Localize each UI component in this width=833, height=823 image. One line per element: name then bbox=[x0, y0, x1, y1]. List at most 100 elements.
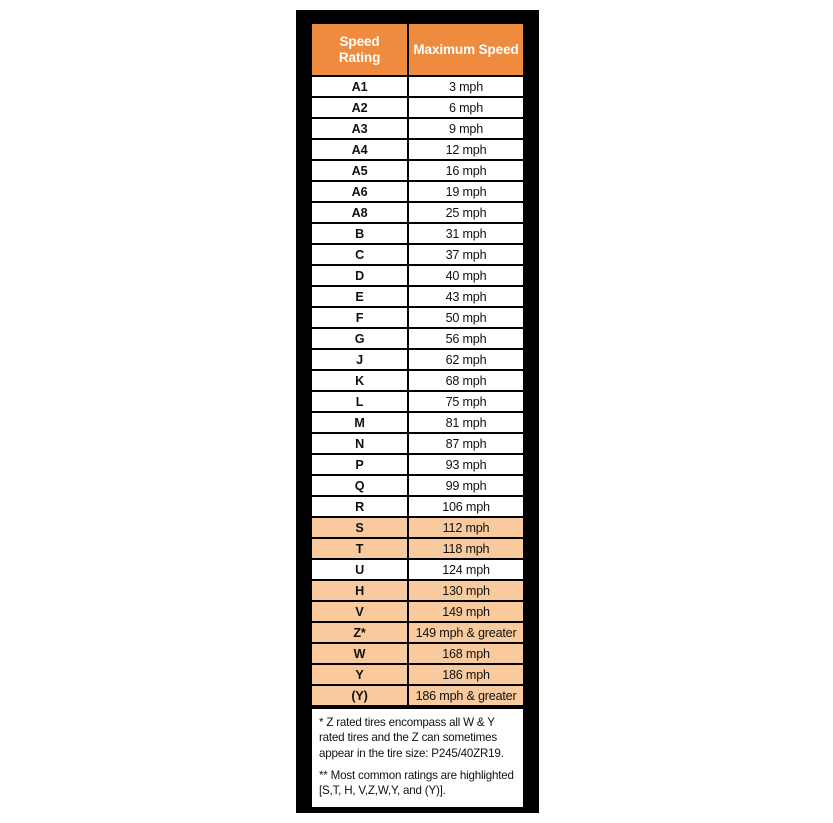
cell-maximum-speed: 12 mph bbox=[409, 140, 523, 160]
cell-maximum-speed: 118 mph bbox=[409, 539, 523, 559]
table-row: A1 3 mph bbox=[312, 77, 523, 97]
cell-speed-rating: C bbox=[312, 245, 410, 265]
table-row: C 37 mph bbox=[312, 245, 523, 265]
cell-maximum-speed: 130 mph bbox=[409, 581, 523, 601]
cell-maximum-speed: 62 mph bbox=[409, 350, 523, 370]
cell-maximum-speed: 186 mph & greater bbox=[409, 686, 523, 706]
table-row: E 43 mph bbox=[312, 287, 523, 307]
table-row: L 75 mph bbox=[312, 392, 523, 412]
cell-speed-rating: Q bbox=[312, 476, 410, 496]
table-row: (Y) 186 mph & greater bbox=[312, 686, 523, 706]
table-row: Y 186 mph bbox=[312, 665, 523, 685]
cell-maximum-speed: 68 mph bbox=[409, 371, 523, 391]
cell-speed-rating: H bbox=[312, 581, 410, 601]
cell-speed-rating: V bbox=[312, 602, 410, 622]
cell-speed-rating: B bbox=[312, 224, 410, 244]
cell-speed-rating: A3 bbox=[312, 119, 410, 139]
cell-maximum-speed: 16 mph bbox=[409, 161, 523, 181]
cell-maximum-speed: 168 mph bbox=[409, 644, 523, 664]
cell-maximum-speed: 87 mph bbox=[409, 434, 523, 454]
cell-speed-rating: A1 bbox=[312, 77, 410, 97]
cell-speed-rating: R bbox=[312, 497, 410, 517]
cell-speed-rating: K bbox=[312, 371, 410, 391]
cell-maximum-speed: 19 mph bbox=[409, 182, 523, 202]
cell-speed-rating: D bbox=[312, 266, 410, 286]
cell-speed-rating: L bbox=[312, 392, 410, 412]
header-rating-line1: Speed bbox=[339, 34, 380, 49]
table-row: B 31 mph bbox=[312, 224, 523, 244]
cell-speed-rating: Z* bbox=[312, 623, 410, 643]
table-row: G 56 mph bbox=[312, 329, 523, 349]
table-row: V 149 mph bbox=[312, 602, 523, 622]
cell-speed-rating: U bbox=[312, 560, 410, 580]
cell-maximum-speed: 37 mph bbox=[409, 245, 523, 265]
table-row: S 112 mph bbox=[312, 518, 523, 538]
table-row: Z* 149 mph & greater bbox=[312, 623, 523, 643]
table-row: W 168 mph bbox=[312, 644, 523, 664]
table-row: F 50 mph bbox=[312, 308, 523, 328]
table-row: M 81 mph bbox=[312, 413, 523, 433]
cell-speed-rating: Y bbox=[312, 665, 410, 685]
table-row: A4 12 mph bbox=[312, 140, 523, 160]
table-row: A2 6 mph bbox=[312, 98, 523, 118]
cell-maximum-speed: 56 mph bbox=[409, 329, 523, 349]
cell-speed-rating: A5 bbox=[312, 161, 410, 181]
table-row: A3 9 mph bbox=[312, 119, 523, 139]
table-row: Q 99 mph bbox=[312, 476, 523, 496]
cell-maximum-speed: 112 mph bbox=[409, 518, 523, 538]
footnotes: * Z rated tires encompass all W & Y rate… bbox=[312, 709, 523, 807]
table-row: D 40 mph bbox=[312, 266, 523, 286]
cell-maximum-speed: 3 mph bbox=[409, 77, 523, 97]
footnote-z-rating: * Z rated tires encompass all W & Y rate… bbox=[319, 716, 504, 760]
cell-maximum-speed: 40 mph bbox=[409, 266, 523, 286]
cell-speed-rating: A2 bbox=[312, 98, 410, 118]
cell-speed-rating: E bbox=[312, 287, 410, 307]
cell-speed-rating: P bbox=[312, 455, 410, 475]
cell-maximum-speed: 25 mph bbox=[409, 203, 523, 223]
table-container: Speed Rating Maximum Speed A1 3 mph A2 6 mp… bbox=[312, 22, 523, 708]
header-rating-line2: Rating bbox=[338, 49, 381, 65]
cell-maximum-speed: 31 mph bbox=[409, 224, 523, 244]
cell-speed-rating: M bbox=[312, 413, 410, 433]
cell-speed-rating: A8 bbox=[312, 203, 410, 223]
cell-speed-rating: A4 bbox=[312, 140, 410, 160]
cell-maximum-speed: 149 mph & greater bbox=[409, 623, 523, 643]
cell-maximum-speed: 99 mph bbox=[409, 476, 523, 496]
cell-speed-rating: N bbox=[312, 434, 410, 454]
cell-maximum-speed: 93 mph bbox=[409, 455, 523, 475]
table-row: K 68 mph bbox=[312, 371, 523, 391]
cell-speed-rating: J bbox=[312, 350, 410, 370]
cell-speed-rating: T bbox=[312, 539, 410, 559]
page-root: Speed Rating Maximum Speed A1 3 mph A2 6 mp… bbox=[0, 0, 833, 823]
cell-maximum-speed: 106 mph bbox=[409, 497, 523, 517]
cell-speed-rating: (Y) bbox=[312, 686, 410, 706]
speed-rating-card: Speed Rating Maximum Speed A1 3 mph A2 6 mp… bbox=[296, 10, 539, 813]
cell-speed-rating: S bbox=[312, 518, 410, 538]
cell-maximum-speed: 124 mph bbox=[409, 560, 523, 580]
table-row: A5 16 mph bbox=[312, 161, 523, 181]
cell-maximum-speed: 186 mph bbox=[409, 665, 523, 685]
cell-speed-rating: W bbox=[312, 644, 410, 664]
table-row: P 93 mph bbox=[312, 455, 523, 475]
table-row: R 106 mph bbox=[312, 497, 523, 517]
table-row: J 62 mph bbox=[312, 350, 523, 370]
column-header-speed-rating: Speed Rating bbox=[312, 24, 410, 76]
speed-rating-table: Speed Rating Maximum Speed A1 3 mph A2 6 mp… bbox=[312, 22, 523, 707]
footnote-common-ratings: ** Most common ratings are highlighted [… bbox=[319, 768, 514, 798]
table-row: A8 25 mph bbox=[312, 203, 523, 223]
cell-maximum-speed: 6 mph bbox=[409, 98, 523, 118]
table-row: H 130 mph bbox=[312, 581, 523, 601]
cell-maximum-speed: 81 mph bbox=[409, 413, 523, 433]
table-body: A1 3 mph A2 6 mph A3 9 mph A4 12 mph A5 16 mph A6 1… bbox=[312, 77, 523, 706]
table-row: U 124 mph bbox=[312, 560, 523, 580]
cell-speed-rating: G bbox=[312, 329, 410, 349]
cell-speed-rating: A6 bbox=[312, 182, 410, 202]
table-row: A6 19 mph bbox=[312, 182, 523, 202]
cell-maximum-speed: 43 mph bbox=[409, 287, 523, 307]
header-row: Speed Rating Maximum Speed bbox=[312, 24, 523, 76]
cell-maximum-speed: 50 mph bbox=[409, 308, 523, 328]
table-row: T 118 mph bbox=[312, 539, 523, 559]
table-row: N 87 mph bbox=[312, 434, 523, 454]
cell-maximum-speed: 75 mph bbox=[409, 392, 523, 412]
cell-maximum-speed: 9 mph bbox=[409, 119, 523, 139]
